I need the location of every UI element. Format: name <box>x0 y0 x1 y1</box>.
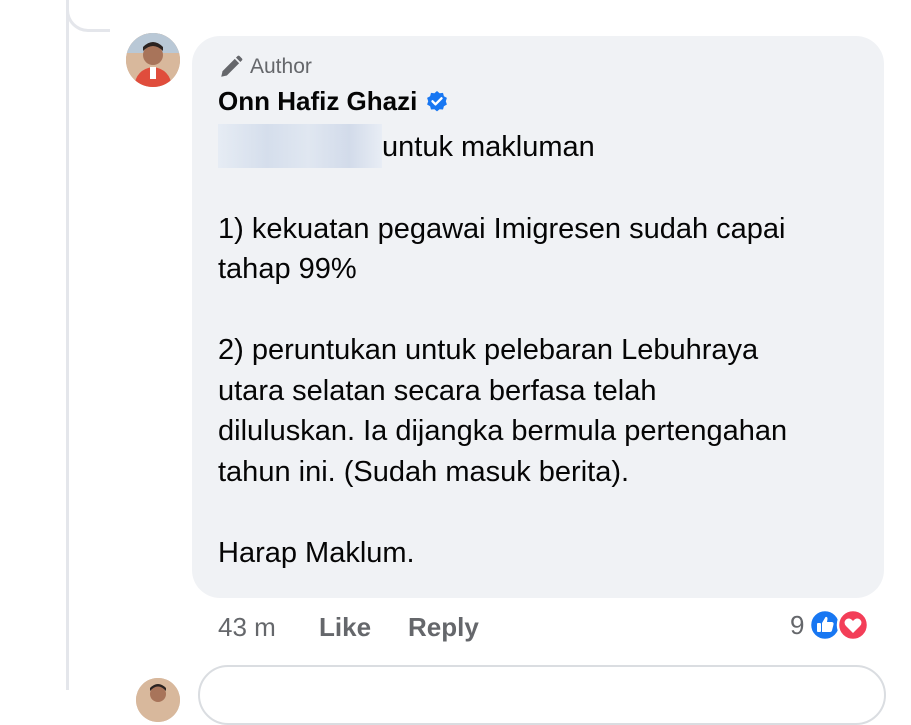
author-name[interactable]: Onn Hafiz Ghazi <box>218 86 417 117</box>
comment-line: Harap Maklum. <box>218 536 415 569</box>
redacted-mention <box>218 124 382 168</box>
author-name-row: Onn Hafiz Ghazi <box>218 86 449 117</box>
thread-connector <box>66 0 110 32</box>
comment-line: untuk makluman <box>218 124 868 168</box>
pen-icon <box>221 55 243 77</box>
avatar[interactable] <box>126 33 180 87</box>
comment-bubble: Author Onn Hafiz Ghazi untuk makluman 1)… <box>192 36 884 598</box>
verified-badge-icon <box>427 90 448 111</box>
comment-line: utara selatan secara berfasa telah <box>218 374 657 407</box>
reply-input[interactable] <box>198 665 886 725</box>
reaction-summary[interactable]: 9 <box>790 608 870 642</box>
like-button[interactable]: Like <box>319 612 408 643</box>
reply-button[interactable]: Reply <box>408 612 479 643</box>
thread-line <box>66 0 69 690</box>
comment-line: 2) peruntukan untuk pelebaran Lebuhraya <box>218 334 759 366</box>
comment-line: tahap 99% <box>218 253 357 285</box>
avatar-image <box>126 33 180 87</box>
comment-text: untuk makluman 1) kekuatan pegawai Imigr… <box>218 124 868 573</box>
comment-line: diluluskan. Ia dijangka bermula pertenga… <box>218 415 788 447</box>
next-comment-avatar[interactable] <box>136 678 180 722</box>
timestamp[interactable]: 43 m <box>218 612 319 643</box>
author-badge-label: Author <box>250 55 312 78</box>
comment-line: tahun ini. (Sudah masuk berita). <box>218 455 630 488</box>
comment-actions: 43 m Like Reply <box>218 612 479 643</box>
love-icon <box>837 608 870 642</box>
avatar-image <box>136 678 180 722</box>
author-badge: Author <box>218 54 312 80</box>
reaction-count: 9 <box>790 609 805 640</box>
comment-line: 1) kekuatan pegawai Imigresen sudah capa… <box>218 212 786 245</box>
